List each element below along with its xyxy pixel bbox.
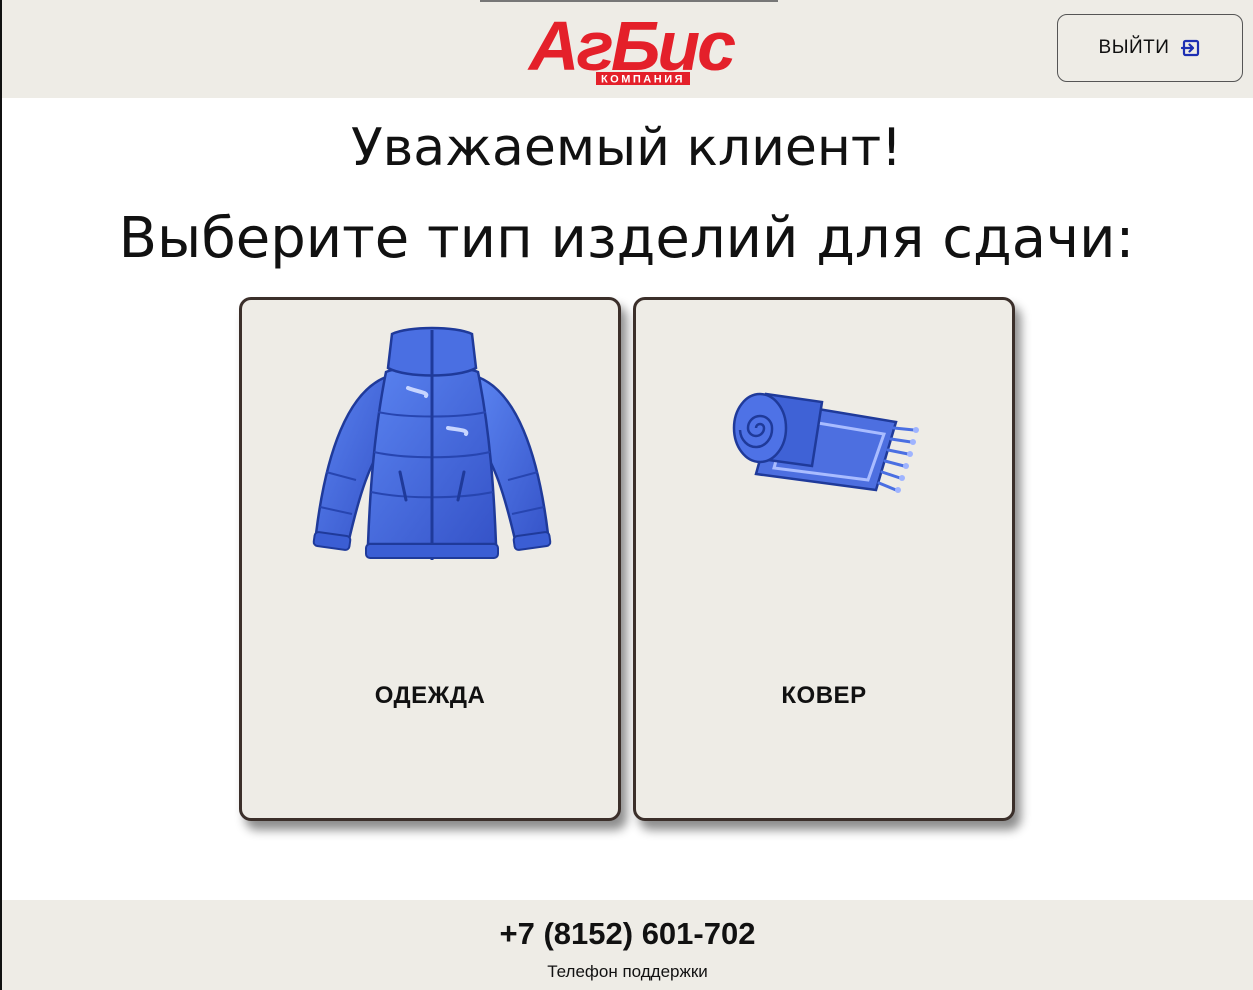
selection-prompt: Выберите тип изделий для сдачи: [118,206,1135,271]
top-tab-edge [480,0,778,2]
carpet-card[interactable]: КОВЕР [633,297,1015,821]
clothes-label: ОДЕЖДА [374,682,486,709]
logout-icon [1181,39,1200,57]
logout-button[interactable]: ВЫЙТИ [1057,14,1243,82]
carpet-icon [732,392,919,493]
jacket-icon [312,326,552,560]
svg-text:КОМПАНИЯ: КОМПАНИЯ [601,74,685,86]
logout-label: ВЫЙТИ [1098,37,1170,58]
footer-bar: +7 (8152) 601-702 Телефон поддержки [2,900,1253,990]
agbis-logo: АгБис КОМПАНИЯ [527,10,738,86]
greeting-title: Уважаемый клиент! [350,118,903,178]
clothes-card[interactable]: ОДЕЖДА [239,297,621,821]
support-phone[interactable]: +7 (8152) 601-702 [2,916,1253,952]
carpet-label: КОВЕР [781,682,867,709]
support-phone-caption: Телефон поддержки [547,962,708,981]
header-bar: АгБис КОМПАНИЯ ВЫЙТИ [2,0,1253,98]
